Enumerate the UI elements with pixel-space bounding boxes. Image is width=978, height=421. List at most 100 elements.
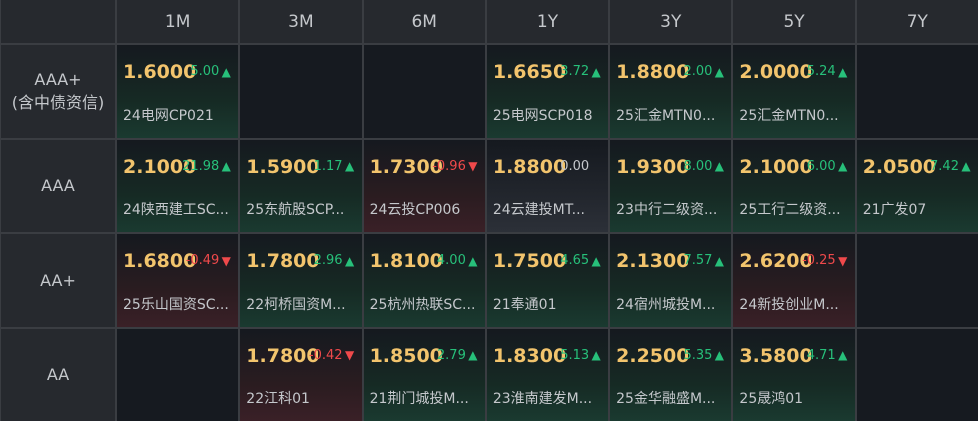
column-header-1y[interactable]: 1Y — [486, 0, 609, 43]
triangle-up-icon: ▲ — [591, 348, 601, 362]
bond-name: 24宿州城投M... — [616, 296, 716, 313]
yield-change: 4.00 ▲ — [437, 253, 479, 268]
column-header-3y[interactable]: 3Y — [610, 0, 732, 43]
bond-name: 21荆门城投M... — [369, 391, 469, 407]
bond-cell[interactable]: 2.6200 -0.25 ▼ 24新投创业M... — [733, 234, 855, 327]
yield-change: 2.79 ▲ — [437, 348, 479, 363]
yield-value: 1.5900 — [246, 155, 319, 178]
bond-cell[interactable]: 1.7500 4.65 ▲ 21奉通01 — [486, 234, 609, 327]
change-value: -0.49 — [185, 253, 220, 268]
bond-name: 25乐山国资SC... — [123, 296, 229, 313]
bond-cell[interactable]: 2.0500 7.42 ▲ 21广发07 — [856, 139, 978, 232]
change-value: 1.17 — [313, 158, 343, 174]
yield-change: 7.42 ▲ — [930, 159, 972, 174]
yield-change: 8.00 ▲ — [683, 159, 725, 174]
change-value: 6.00 — [806, 158, 836, 174]
bond-cell[interactable]: 1.6000 5.00 ▲ 24电网CP021 — [117, 45, 239, 138]
bond-name: 24陕西建工SC... — [123, 202, 229, 218]
yield-value: 1.6650 — [492, 61, 565, 83]
column-header-3m[interactable]: 3M — [240, 0, 362, 43]
bond-cell[interactable]: 2.1000 21.98 ▲ 24陕西建工SC... — [117, 139, 239, 232]
bond-cell[interactable]: 1.8800 0.00 24云建投MT... — [486, 139, 609, 232]
change-value: 5.13 — [560, 347, 590, 363]
row-header[interactable]: AAA+ (含中债资信) — [1, 45, 115, 138]
triangle-up-icon: ▲ — [714, 64, 725, 79]
bond-name: 24新投创业M... — [739, 296, 839, 313]
change-value: 7.57 — [683, 253, 713, 268]
yield-change: 2.00 ▲ — [683, 64, 725, 79]
yield-value: 1.7300 — [369, 155, 442, 178]
empty-cell — [856, 328, 978, 421]
yield-change: 1.17 ▲ — [314, 159, 356, 174]
bond-yield-matrix: 1M 3M 6M 1Y 3Y 5Y 7Y AAA+ (含中债资信) 1.6000 5.00 ▲ 24电网… — [0, 0, 978, 421]
triangle-down-icon: ▼ — [468, 159, 478, 173]
change-value: -0.96 — [432, 158, 466, 174]
row-header[interactable]: AA+ — [1, 234, 115, 327]
bond-cell[interactable]: 1.7800 -0.42 ▼ 22江科01 — [240, 328, 362, 421]
bond-name: 23淮南建发M... — [492, 391, 593, 407]
yield-value: 2.1300 — [616, 250, 689, 272]
bond-cell[interactable]: 1.9300 8.00 ▲ 23中行二级资... — [610, 139, 732, 232]
yield-change: 6.00 ▲ — [807, 159, 849, 174]
bond-cell[interactable]: 2.2500 5.35 ▲ 25金华融盛M... — [610, 328, 732, 421]
triangle-down-icon: ▼ — [221, 253, 231, 268]
yield-value: 1.8100 — [369, 250, 442, 272]
triangle-up-icon: ▲ — [838, 64, 848, 79]
bond-cell[interactable]: 1.8500 2.79 ▲ 21荆门城投M... — [363, 328, 485, 421]
bond-name: 22柯桥国资M... — [246, 296, 346, 313]
change-value: 5.24 — [806, 64, 836, 79]
change-value: 21.98 — [182, 158, 220, 174]
bond-name: 22江科01 — [246, 391, 310, 407]
yield-change: 2.96 ▲ — [314, 253, 356, 268]
yield-value: 1.8800 — [616, 61, 689, 83]
bond-name: 24云投CP006 — [369, 202, 461, 218]
triangle-up-icon: ▲ — [344, 159, 355, 173]
bond-cell[interactable]: 2.0000 5.24 ▲ 25汇金MTN0... — [733, 45, 855, 138]
empty-cell — [117, 328, 239, 421]
bond-name: 23中行二级资... — [616, 202, 718, 218]
yield-change: 3.72 ▲ — [560, 64, 602, 79]
column-header-7y[interactable]: 7Y — [856, 0, 978, 43]
bond-cell[interactable]: 1.8100 4.00 ▲ 25杭州热联SC... — [363, 234, 485, 327]
change-value: 2.00 — [683, 64, 713, 79]
bond-cell[interactable]: 1.7800 2.96 ▲ 22柯桥国资M... — [240, 234, 362, 327]
bond-cell[interactable]: 3.5800 4.71 ▲ 25晟鸿01 — [733, 328, 855, 421]
empty-cell — [363, 45, 485, 138]
yield-value: 1.7800 — [246, 344, 319, 367]
triangle-up-icon: ▲ — [221, 159, 231, 173]
change-value: 4.00 — [436, 253, 466, 268]
yield-change: 5.24 ▲ — [807, 64, 849, 79]
bond-cell[interactable]: 1.6800 -0.49 ▼ 25乐山国资SC... — [117, 234, 239, 327]
bond-name: 25金华融盛M... — [616, 391, 716, 407]
yield-change: -0.42 ▼ — [309, 348, 356, 363]
yield-value: 2.6200 — [739, 250, 812, 272]
row-header[interactable]: AA — [1, 328, 115, 421]
bond-name: 25杭州热联SC... — [369, 296, 476, 313]
bond-name: 21广发07 — [862, 202, 927, 218]
triangle-up-icon: ▲ — [591, 64, 601, 79]
column-header-6m[interactable]: 6M — [363, 0, 485, 43]
triangle-up-icon: ▲ — [468, 253, 478, 268]
bond-cell[interactable]: 2.1000 6.00 ▲ 25工行二级资... — [733, 139, 855, 232]
bond-cell[interactable]: 1.6650 3.72 ▲ 25电网SCP018 — [486, 45, 609, 138]
column-header-1m[interactable]: 1M — [117, 0, 239, 43]
triangle-up-icon: ▲ — [838, 348, 848, 362]
bond-cell[interactable]: 2.1300 7.57 ▲ 24宿州城投M... — [610, 234, 732, 327]
row-header[interactable]: AAA — [1, 139, 115, 232]
bond-cell[interactable]: 1.7300 -0.96 ▼ 24云投CP006 — [363, 139, 485, 232]
bond-name: 21奉通01 — [492, 296, 557, 313]
bond-name: 25电网SCP018 — [492, 107, 593, 124]
triangle-up-icon: ▲ — [714, 348, 725, 362]
bond-cell[interactable]: 1.8800 2.00 ▲ 25汇金MTN0... — [610, 45, 732, 138]
triangle-up-icon: ▲ — [344, 253, 355, 268]
bond-name: 25工行二级资... — [739, 202, 841, 218]
triangle-up-icon: ▲ — [591, 253, 601, 268]
bond-name: 25东航股SCP... — [246, 202, 345, 218]
column-header-5y[interactable]: 5Y — [733, 0, 855, 43]
change-value: -0.25 — [802, 253, 836, 268]
change-value: 2.96 — [313, 253, 343, 268]
triangle-up-icon: ▲ — [221, 64, 231, 79]
bond-cell[interactable]: 1.8300 5.13 ▲ 23淮南建发M... — [486, 328, 609, 421]
bond-cell[interactable]: 1.5900 1.17 ▲ 25东航股SCP... — [240, 139, 362, 232]
yield-change: 5.13 ▲ — [560, 348, 602, 363]
